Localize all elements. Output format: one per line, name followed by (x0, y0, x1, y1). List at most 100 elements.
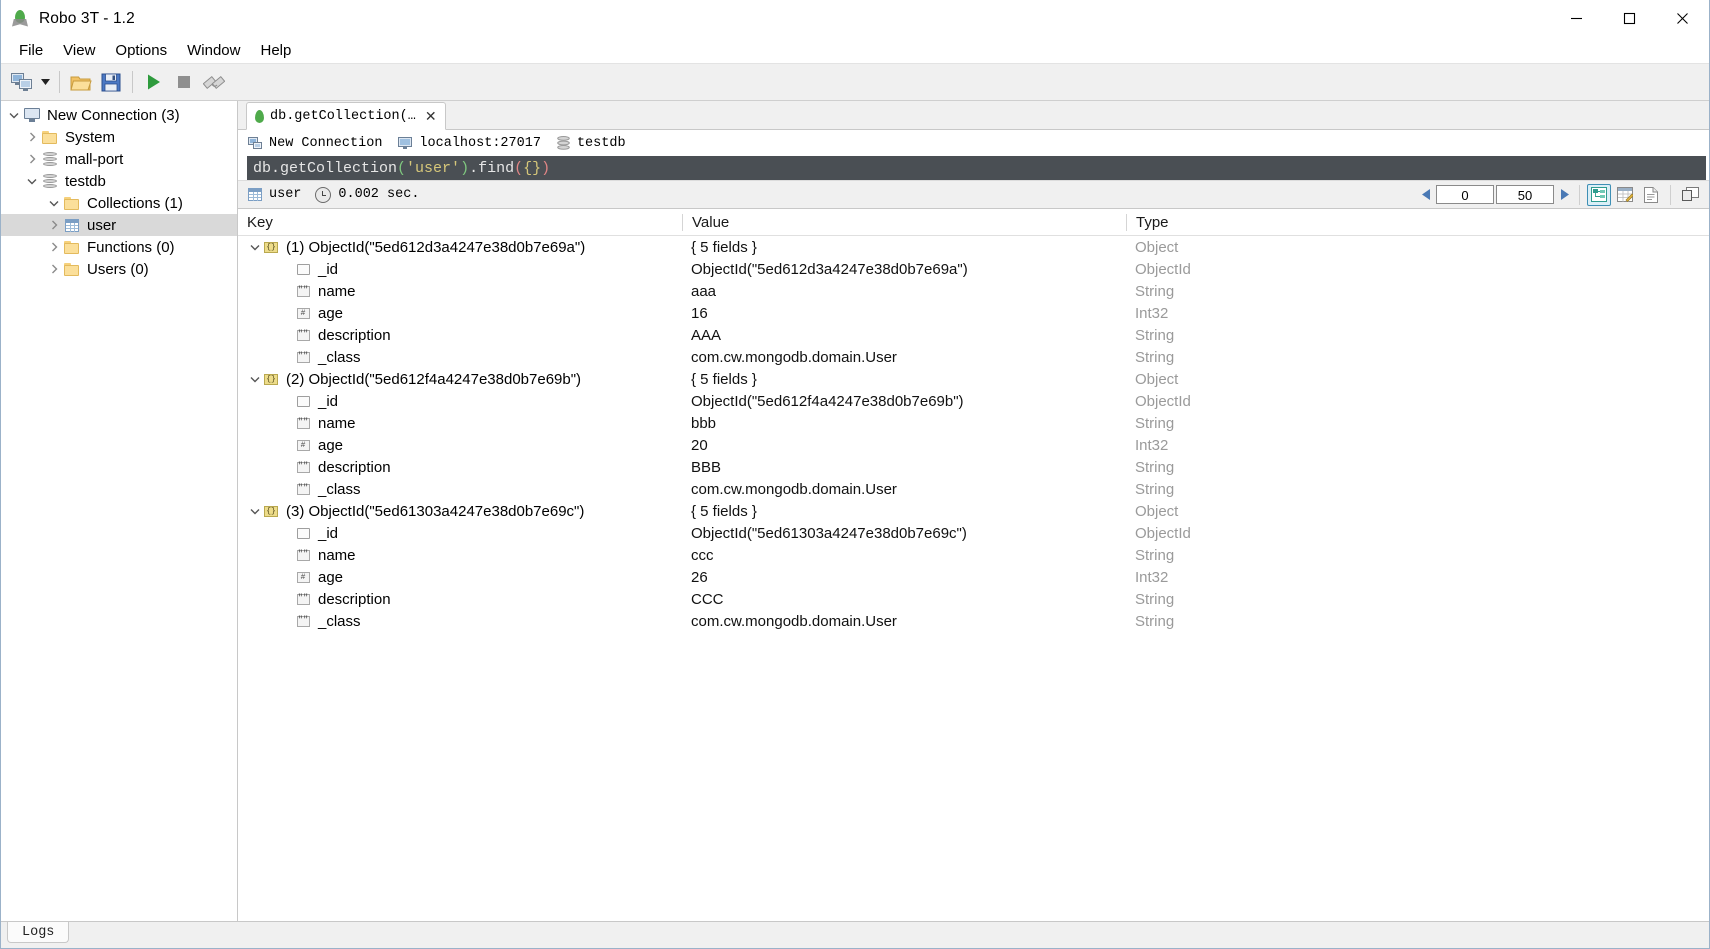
chevron-down-icon[interactable] (247, 236, 263, 258)
chevron-down-icon[interactable] (247, 368, 263, 390)
result-row[interactable]: {} (1) ObjectId("5ed612d3a4247e38d0b7e69a… (238, 236, 1709, 258)
menu-file[interactable]: File (9, 40, 53, 61)
query-editor[interactable]: db.getCollection('user') .find({}) (247, 156, 1706, 180)
result-type: Object (1135, 238, 1179, 256)
tree-item-label: testdb (65, 172, 106, 190)
result-row[interactable]: "" description BBB String (238, 456, 1709, 478)
results-rows: {} (1) ObjectId("5ed612d3a4247e38d0b7e69a… (238, 236, 1709, 921)
open-script-button[interactable] (66, 67, 96, 97)
column-header-key[interactable]: Key (238, 214, 682, 231)
result-info: user 0.002 sec. (248, 186, 419, 203)
prev-page-button[interactable] (1417, 184, 1435, 206)
main-toolbar (1, 63, 1709, 101)
result-type: String (1135, 612, 1175, 630)
chevron-right-icon[interactable] (45, 258, 63, 280)
result-row[interactable]: _id ObjectId("5ed612f4a4247e38d0b7e69b") O… (238, 390, 1709, 412)
tree-item-testdb[interactable]: testdb (1, 170, 237, 192)
tree-item-user[interactable]: user (1, 214, 237, 236)
chevron-right-icon[interactable] (45, 236, 63, 258)
tree-item-label: System (65, 128, 116, 146)
result-row[interactable]: # age 16 Int32 (238, 302, 1709, 324)
result-type: String (1135, 348, 1175, 366)
server-icon (23, 107, 41, 123)
result-row[interactable]: # age 20 Int32 (238, 434, 1709, 456)
result-row[interactable]: "" _class com.cw.mongodb.domain.User String (238, 478, 1709, 500)
menu-help[interactable]: Help (250, 40, 301, 61)
result-key: _class (318, 348, 361, 366)
save-script-button[interactable] (96, 67, 126, 97)
result-row[interactable]: "" _class com.cw.mongodb.domain.User String (238, 346, 1709, 368)
tree-item-collections[interactable]: Collections (1) (1, 192, 237, 214)
result-type: String (1135, 590, 1175, 608)
chevron-down-icon[interactable] (247, 500, 263, 522)
tree-item-mall-port[interactable]: mall-port (1, 148, 237, 170)
connect-dropdown-arrow[interactable] (37, 67, 53, 97)
tree-item-users[interactable]: Users (0) (1, 258, 237, 280)
tree-view-button[interactable] (1587, 183, 1611, 206)
string-icon: "" (296, 460, 310, 473)
tree-item-system[interactable]: System (1, 126, 237, 148)
result-row[interactable]: {} (3) ObjectId("5ed61303a4247e38d0b7e69c… (238, 500, 1709, 522)
row-indent-spacer (279, 434, 295, 456)
result-key: age (318, 436, 344, 454)
tree-item-new-connection[interactable]: New Connection (3) (1, 104, 237, 126)
menu-view[interactable]: View (53, 40, 105, 61)
chevron-down-icon[interactable] (23, 170, 41, 192)
menu-window[interactable]: Window (177, 40, 250, 61)
folder-icon (63, 239, 81, 255)
result-row[interactable]: "" description CCC String (238, 588, 1709, 610)
result-value: ObjectId("5ed612d3a4247e38d0b7e69a") (691, 260, 968, 278)
tab-query-1[interactable]: db.getCollection(… ✕ (246, 102, 446, 130)
result-row[interactable]: "" name ccc String (238, 544, 1709, 566)
row-indent-spacer (279, 280, 295, 302)
next-page-button[interactable] (1555, 184, 1573, 206)
chevron-right-icon[interactable] (23, 126, 41, 148)
limit-input[interactable]: 50 (1496, 185, 1554, 204)
result-row[interactable]: _id ObjectId("5ed612d3a4247e38d0b7e69a") O… (238, 258, 1709, 280)
database-icon (41, 151, 59, 167)
close-icon[interactable]: ✕ (425, 109, 437, 123)
result-type: ObjectId (1135, 260, 1191, 278)
menu-options[interactable]: Options (105, 40, 177, 61)
minimize-icon[interactable] (1550, 0, 1603, 37)
server-icon (248, 136, 262, 150)
row-indent-spacer (279, 258, 295, 280)
expand-results-button[interactable] (1678, 184, 1702, 206)
table-view-button[interactable] (1613, 184, 1637, 206)
window-title: Robo 3T - 1.2 (39, 9, 135, 27)
result-type: Int32 (1135, 568, 1169, 586)
close-icon[interactable] (1656, 0, 1709, 37)
chevron-down-icon[interactable] (5, 104, 23, 126)
maximize-icon[interactable] (1603, 0, 1656, 37)
result-value: 16 (691, 304, 708, 322)
execute-button[interactable] (139, 67, 169, 97)
connect-button[interactable] (7, 67, 37, 97)
tree-item-label: user (87, 216, 117, 234)
stop-button[interactable] (169, 67, 199, 97)
result-key: description (318, 458, 391, 476)
monitor-icon (398, 136, 413, 150)
title-bar: Robo 3T - 1.2 (1, 0, 1709, 38)
tree-item-functions[interactable]: Functions (0) (1, 236, 237, 258)
skip-input[interactable]: 0 (1436, 185, 1494, 204)
result-row[interactable]: "" _class com.cw.mongodb.domain.User String (238, 610, 1709, 632)
result-row[interactable]: "" description AAA String (238, 324, 1709, 346)
result-row[interactable]: "" name aaa String (238, 280, 1709, 302)
result-row[interactable]: _id ObjectId("5ed61303a4247e38d0b7e69c") O… (238, 522, 1709, 544)
column-header-value[interactable]: Value (682, 213, 1126, 231)
result-row[interactable]: # age 26 Int32 (238, 566, 1709, 588)
chevron-right-icon[interactable] (45, 214, 63, 236)
chevron-right-icon[interactable] (23, 148, 41, 170)
menu-bar: File View Options Window Help (1, 38, 1709, 63)
folder-icon (41, 129, 59, 145)
result-row[interactable]: {} (2) ObjectId("5ed612f4a4247e38d0b7e69b… (238, 368, 1709, 390)
logs-tab[interactable]: Logs (7, 922, 70, 943)
chevron-down-icon[interactable] (45, 192, 63, 214)
result-type: Object (1135, 502, 1179, 520)
split-view-icon[interactable] (199, 67, 229, 97)
column-header-type[interactable]: Type (1126, 213, 1709, 231)
result-type: String (1135, 546, 1175, 564)
row-indent-spacer (279, 566, 295, 588)
text-view-button[interactable] (1639, 184, 1663, 206)
result-row[interactable]: "" name bbb String (238, 412, 1709, 434)
